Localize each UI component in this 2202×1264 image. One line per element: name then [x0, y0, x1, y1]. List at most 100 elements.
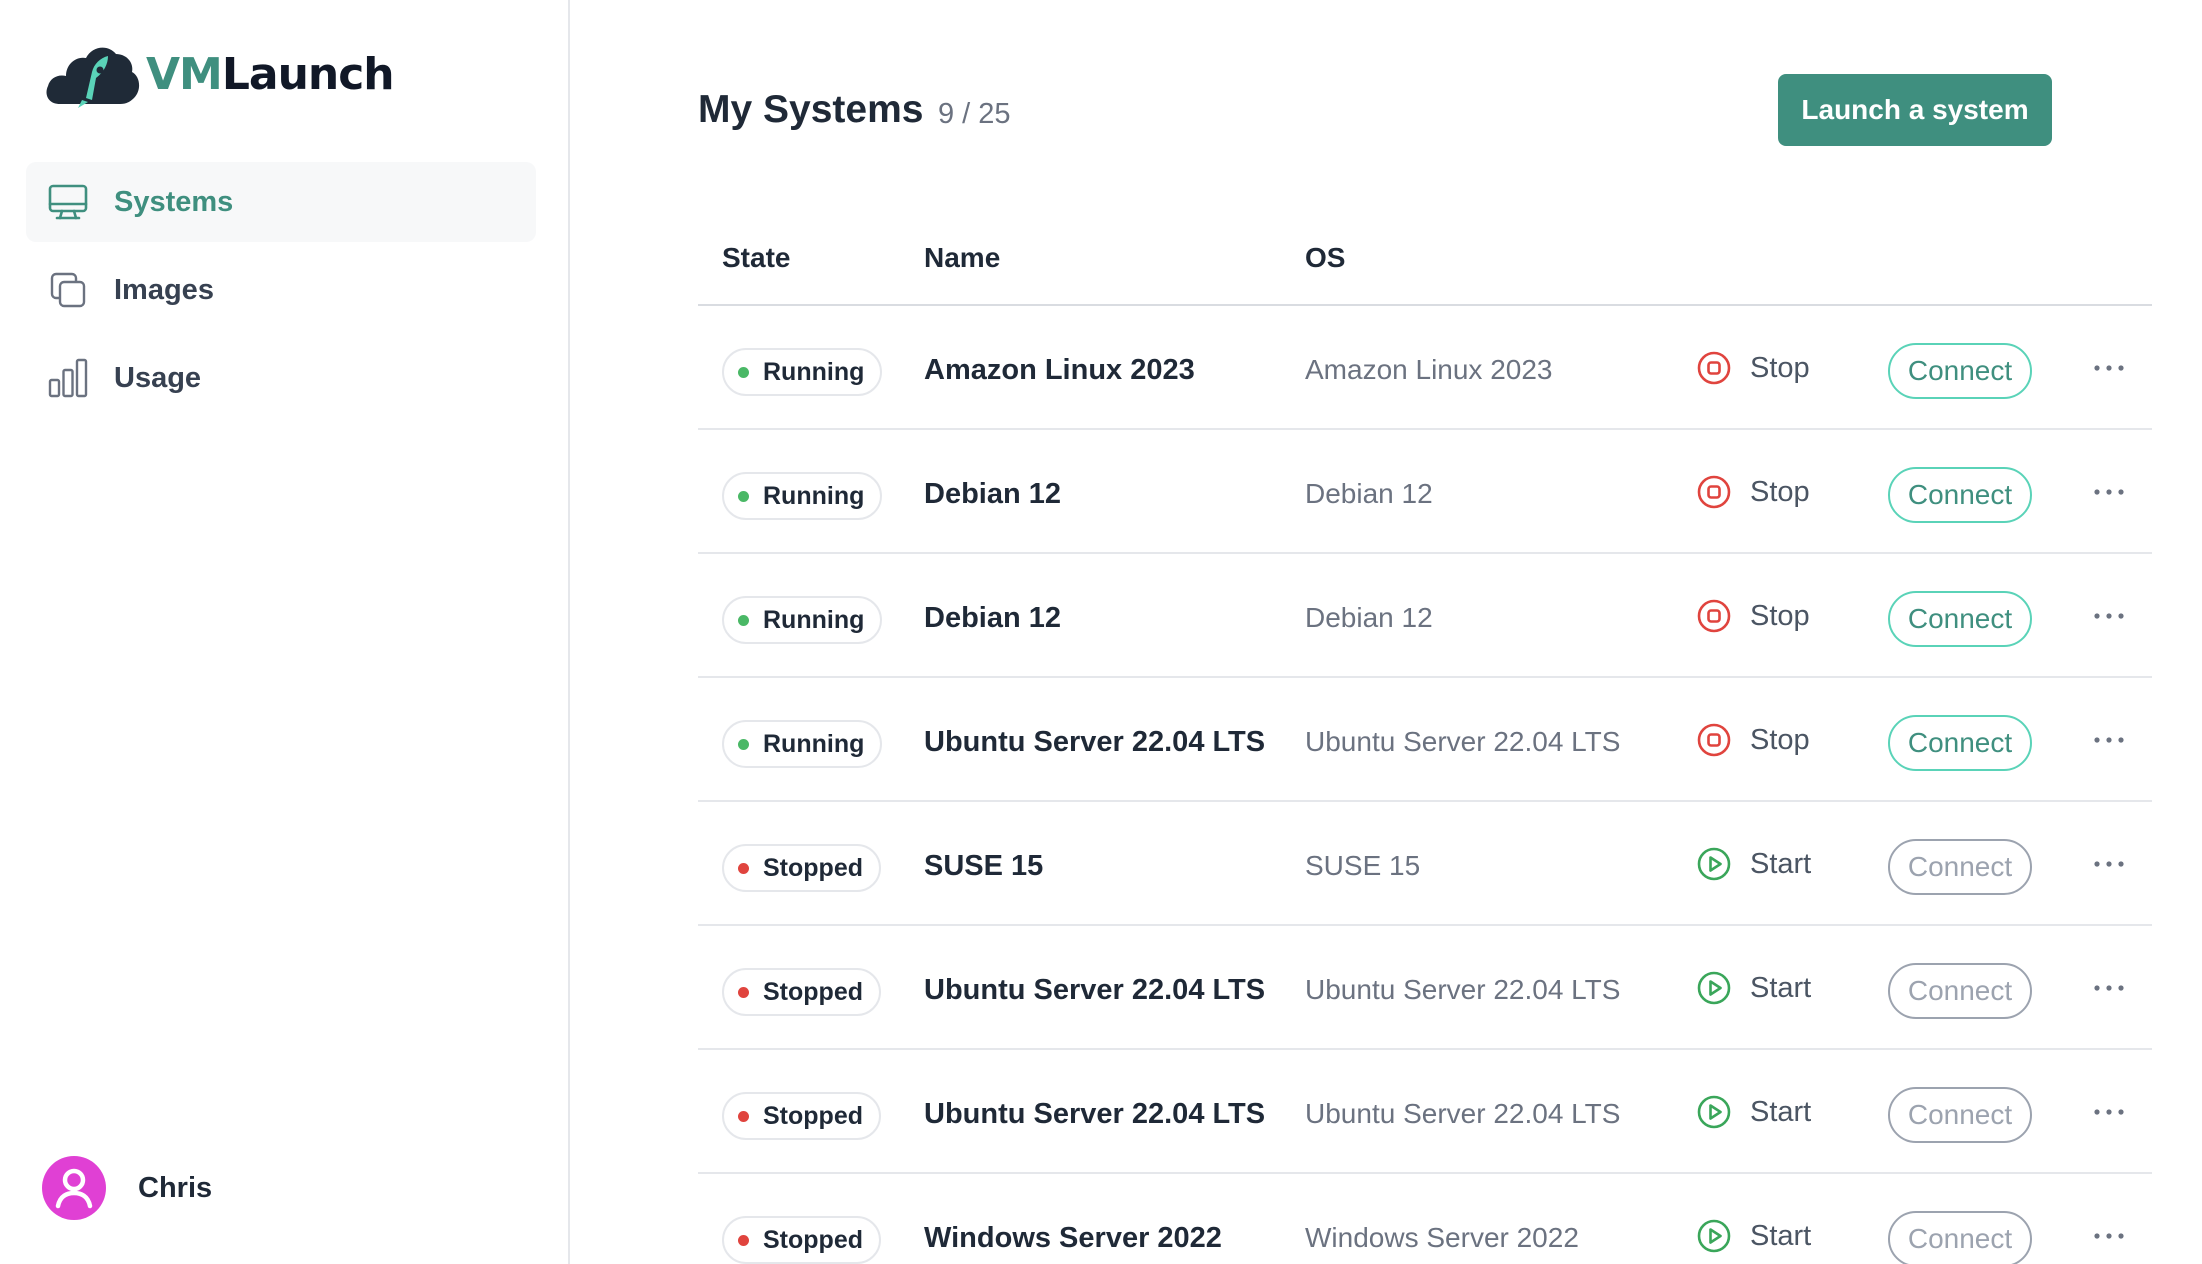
- start-button[interactable]: Start: [1696, 842, 1811, 886]
- ellipsis-icon: [2094, 365, 2124, 371]
- play-icon: [1696, 970, 1732, 1006]
- sidebar-item-systems[interactable]: Systems: [26, 162, 536, 242]
- system-name[interactable]: Debian 12: [924, 602, 1061, 635]
- status-badge: Running: [722, 348, 883, 396]
- stop-button[interactable]: Stop: [1696, 594, 1810, 638]
- stop-icon: [1696, 474, 1732, 510]
- more-options-button[interactable]: [2088, 1092, 2130, 1132]
- stop-button[interactable]: Stop: [1696, 346, 1810, 390]
- sidebar-item-label: Usage: [114, 361, 202, 394]
- sidebar-item-usage[interactable]: Usage: [26, 338, 536, 418]
- system-os: Amazon Linux 2023: [1305, 354, 1553, 385]
- system-name[interactable]: Amazon Linux 2023: [924, 354, 1195, 387]
- stop-button[interactable]: Stop: [1696, 470, 1810, 514]
- status-badge: Running: [722, 596, 883, 644]
- connect-button[interactable]: Connect: [1888, 963, 2032, 1019]
- stop-icon: [1696, 598, 1732, 634]
- cloud-rocket-logo-icon: [46, 47, 140, 108]
- copy-icon: [46, 268, 90, 312]
- action-label: Start: [1750, 847, 1812, 880]
- sidebar-item-label: Systems: [114, 185, 234, 218]
- ellipsis-icon: [2094, 861, 2124, 867]
- table-row[interactable]: Running Amazon Linux 2023 Amazon Linux 2…: [698, 306, 2152, 430]
- play-icon: [1696, 1218, 1732, 1254]
- system-name[interactable]: Ubuntu Server 22.04 LTS: [924, 974, 1265, 1007]
- connect-button[interactable]: Connect: [1888, 467, 2032, 523]
- connect-button[interactable]: Connect: [1888, 591, 2032, 647]
- table-row[interactable]: Running Ubuntu Server 22.04 LTS Ubuntu S…: [698, 678, 2152, 802]
- column-header-os[interactable]: OS: [1305, 242, 1345, 274]
- avatar[interactable]: [42, 1156, 106, 1220]
- action-label: Stop: [1750, 599, 1810, 632]
- system-os: Debian 12: [1305, 602, 1433, 633]
- system-name[interactable]: Ubuntu Server 22.04 LTS: [924, 726, 1265, 759]
- table-row[interactable]: Stopped Ubuntu Server 22.04 LTS Ubuntu S…: [698, 1050, 2152, 1174]
- connect-button[interactable]: Connect: [1888, 1211, 2032, 1264]
- connect-button[interactable]: Connect: [1888, 715, 2032, 771]
- ellipsis-icon: [2094, 1233, 2124, 1239]
- sidebar: VMLaunch Systems Images Usage Chris: [0, 0, 570, 1264]
- start-button[interactable]: Start: [1696, 1214, 1811, 1258]
- bar-chart-icon: [46, 356, 90, 400]
- stop-icon: [1696, 722, 1732, 758]
- stop-icon: [1696, 350, 1732, 386]
- table-row[interactable]: Stopped SUSE 15 SUSE 15 Start Connect: [698, 802, 2152, 926]
- system-name[interactable]: Debian 12: [924, 478, 1061, 511]
- status-dot-icon: [738, 490, 749, 502]
- table-header: State Name OS: [698, 200, 2152, 306]
- status-dot-icon: [738, 862, 749, 874]
- logo[interactable]: VMLaunch: [42, 38, 395, 110]
- action-label: Stop: [1750, 351, 1810, 384]
- system-name[interactable]: Ubuntu Server 22.04 LTS: [924, 1098, 1265, 1131]
- play-icon: [1696, 1094, 1732, 1130]
- more-options-button[interactable]: [2088, 844, 2130, 884]
- status-label: Stopped: [763, 853, 863, 882]
- more-options-button[interactable]: [2088, 720, 2130, 760]
- more-options-button[interactable]: [2088, 348, 2130, 388]
- page-title: My Systems: [698, 88, 924, 131]
- more-options-button[interactable]: [2088, 472, 2130, 512]
- user-profile[interactable]: Chris: [42, 1156, 212, 1220]
- status-badge: Stopped: [722, 1092, 881, 1140]
- status-label: Running: [763, 605, 865, 634]
- table-row[interactable]: Running Debian 12 Debian 12 Stop Connect: [698, 430, 2152, 554]
- status-badge: Stopped: [722, 1216, 881, 1264]
- table-row[interactable]: Stopped Windows Server 2022 Windows Serv…: [698, 1174, 2152, 1264]
- status-label: Stopped: [763, 977, 863, 1006]
- status-label: Running: [763, 729, 865, 758]
- system-name[interactable]: SUSE 15: [924, 850, 1043, 883]
- table-body: Running Amazon Linux 2023 Amazon Linux 2…: [698, 306, 2152, 1264]
- table-row[interactable]: Running Debian 12 Debian 12 Stop Connect: [698, 554, 2152, 678]
- start-button[interactable]: Start: [1696, 1090, 1811, 1134]
- status-badge: Stopped: [722, 968, 881, 1016]
- status-dot-icon: [738, 1110, 749, 1122]
- play-icon: [1696, 846, 1732, 882]
- status-dot-icon: [738, 986, 749, 998]
- column-header-state[interactable]: State: [722, 242, 790, 274]
- status-dot-icon: [738, 366, 749, 378]
- more-options-button[interactable]: [2088, 968, 2130, 1008]
- systems-table: State Name OS Running Amazon Linux 2023 …: [698, 200, 2152, 1264]
- user-name: Chris: [138, 1171, 213, 1204]
- column-header-name[interactable]: Name: [924, 242, 1000, 274]
- start-button[interactable]: Start: [1696, 966, 1811, 1010]
- system-os: Debian 12: [1305, 478, 1433, 509]
- status-label: Running: [763, 357, 865, 386]
- launch-system-button[interactable]: Launch a system: [1778, 74, 2052, 146]
- ellipsis-icon: [2094, 1109, 2124, 1115]
- system-os: Windows Server 2022: [1305, 1222, 1579, 1253]
- connect-button[interactable]: Connect: [1888, 1087, 2032, 1143]
- more-options-button[interactable]: [2088, 1216, 2130, 1256]
- action-label: Start: [1750, 971, 1812, 1004]
- sidebar-nav: Systems Images Usage: [26, 162, 536, 426]
- status-label: Stopped: [763, 1101, 863, 1130]
- connect-button[interactable]: Connect: [1888, 343, 2032, 399]
- stop-button[interactable]: Stop: [1696, 718, 1810, 762]
- sidebar-item-images[interactable]: Images: [26, 250, 536, 330]
- system-name[interactable]: Windows Server 2022: [924, 1222, 1222, 1255]
- monitor-icon: [46, 180, 90, 224]
- system-os: Ubuntu Server 22.04 LTS: [1305, 726, 1621, 757]
- connect-button[interactable]: Connect: [1888, 839, 2032, 895]
- table-row[interactable]: Stopped Ubuntu Server 22.04 LTS Ubuntu S…: [698, 926, 2152, 1050]
- more-options-button[interactable]: [2088, 596, 2130, 636]
